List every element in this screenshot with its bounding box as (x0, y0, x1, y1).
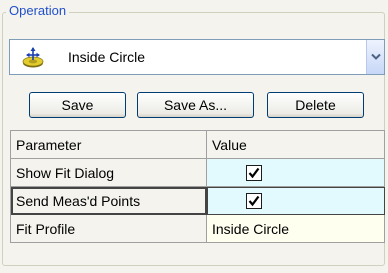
table-row[interactable]: Fit Profile Inside Circle (10, 214, 385, 243)
send-measd-points-checkbox[interactable] (246, 193, 262, 210)
parameter-grid: Parameter Value Show Fit Dialog Send Mea… (10, 130, 385, 243)
show-fit-dialog-checkbox[interactable] (246, 165, 262, 182)
checkmark-icon (248, 195, 260, 207)
table-row[interactable]: Show Fit Dialog (10, 158, 385, 187)
operation-group-title: Operation (6, 3, 70, 18)
save-button[interactable]: Save (29, 92, 126, 118)
grid-header-row: Parameter Value (10, 130, 385, 159)
save-as-button[interactable]: Save As... (137, 92, 254, 118)
operation-combobox[interactable]: Inside Circle (9, 39, 385, 75)
value-column-header: Value (206, 130, 385, 159)
param-name-cell[interactable]: Show Fit Dialog (10, 158, 207, 187)
operation-combobox-value: Inside Circle (68, 49, 146, 65)
parameter-column-header: Parameter (10, 130, 207, 159)
show-fit-dialog-value-cell[interactable] (206, 158, 385, 187)
delete-button[interactable]: Delete (267, 92, 364, 118)
param-name-cell[interactable]: Send Meas'd Points (10, 186, 207, 215)
chevron-down-icon[interactable] (366, 40, 384, 74)
send-measd-points-value-cell[interactable] (206, 186, 385, 215)
fit-profile-value-cell[interactable]: Inside Circle (206, 214, 385, 243)
param-name-cell[interactable]: Fit Profile (10, 214, 207, 243)
table-row[interactable]: Send Meas'd Points (10, 186, 385, 215)
checkmark-icon (248, 167, 260, 179)
inside-circle-icon (22, 47, 44, 69)
